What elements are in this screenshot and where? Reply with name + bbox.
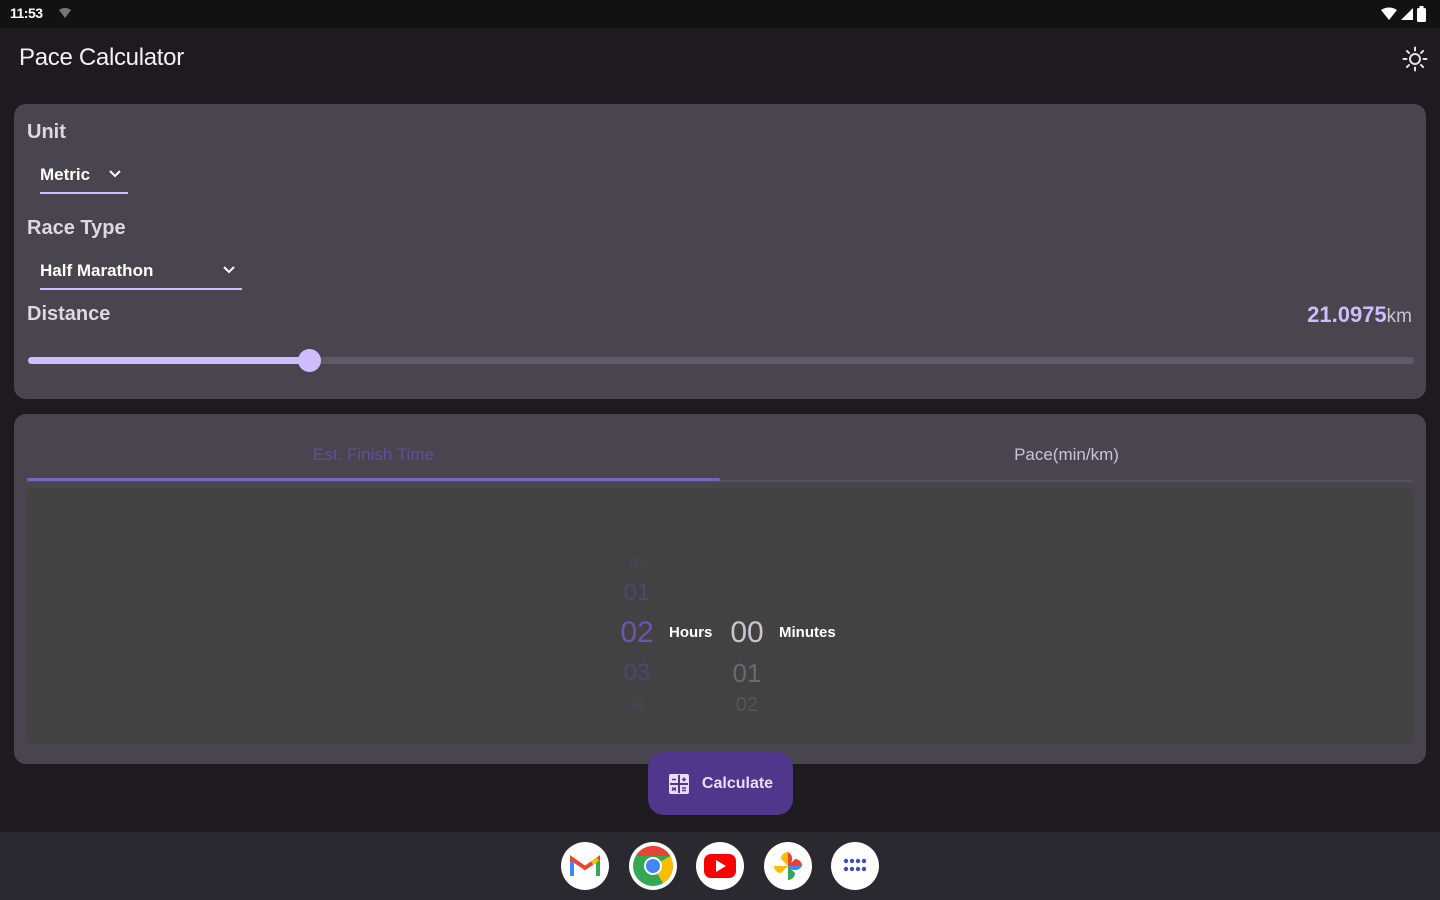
app-title: Pace Calculator [19, 44, 184, 71]
hours-wheel[interactable]: 00 01 02 03 04 [615, 550, 659, 716]
hours-label: Hours [669, 624, 713, 641]
tab-indicator [27, 478, 720, 481]
tab-row: Est. Finish Time Pace(min/km) [27, 426, 1413, 484]
settings-card: Unit Metric Race Type Half Marathon Dist… [14, 104, 1426, 399]
app-drawer-icon[interactable] [831, 842, 879, 890]
brightness-icon [1402, 46, 1428, 72]
distance-readout: 21.0975km [1307, 302, 1412, 328]
wifi-icon [1381, 7, 1397, 20]
gmail-glyph [570, 855, 600, 876]
calculate-label: Calculate [701, 774, 774, 792]
time-picker: 00 01 02 03 04 Hours 00 01 02 Minutes [27, 488, 1413, 744]
race-type-label: Race Type [27, 217, 126, 239]
gmail-icon[interactable] [561, 842, 609, 890]
result-card: Est. Finish Time Pace(min/km) 00 01 02 0… [14, 414, 1426, 764]
distance-label: Distance [27, 303, 111, 325]
status-bar: 11:53 [0, 0, 1440, 28]
chevron-down-icon [223, 266, 235, 274]
unit-selected: Metric [40, 165, 91, 184]
distance-slider[interactable] [28, 348, 1414, 372]
race-type-selected: Half Marathon [40, 261, 154, 280]
signal-icon [1401, 8, 1413, 20]
notification-icon [59, 8, 71, 18]
chevron-down-icon [109, 170, 121, 178]
tab-est-finish-time[interactable]: Est. Finish Time [27, 426, 720, 484]
youtube-icon[interactable] [696, 842, 744, 890]
hours-option[interactable]: 01 [624, 574, 651, 612]
distance-unit: km [1386, 306, 1412, 327]
calculator-icon [668, 773, 689, 794]
minutes-wheel[interactable]: 00 01 02 [725, 612, 769, 718]
photos-icon[interactable] [764, 842, 812, 890]
chrome-icon[interactable] [629, 842, 677, 890]
hours-selected[interactable]: 02 [620, 612, 653, 654]
hours-option[interactable]: 04 [629, 692, 645, 716]
hours-option[interactable]: 00 [629, 550, 645, 574]
calculate-button[interactable]: Calculate [648, 752, 793, 815]
youtube-glyph [704, 854, 736, 878]
minutes-label: Minutes [779, 624, 836, 641]
dock [0, 832, 1440, 900]
app-drawer-glyph [843, 858, 867, 872]
slider-thumb[interactable] [298, 349, 322, 372]
unit-label: Unit [27, 121, 66, 143]
status-icons [1381, 5, 1426, 23]
race-type-dropdown[interactable]: Half Marathon [40, 254, 242, 290]
photos-glyph [774, 852, 802, 880]
hours-option[interactable]: 03 [624, 654, 651, 692]
theme-toggle-button[interactable] [1400, 44, 1430, 74]
slider-active-track [28, 357, 310, 364]
status-time: 11:53 [10, 5, 43, 21]
tab-pace[interactable]: Pace(min/km) [720, 426, 1413, 484]
chrome-glyph [633, 846, 673, 886]
minutes-selected[interactable]: 00 [730, 612, 763, 654]
distance-value: 21.0975 [1307, 302, 1387, 327]
unit-dropdown[interactable]: Metric [40, 158, 128, 194]
minutes-option[interactable]: 01 [733, 654, 762, 692]
app-bar: Pace Calculator [0, 28, 1440, 92]
battery-icon [1417, 6, 1426, 22]
minutes-option[interactable]: 02 [736, 692, 758, 718]
